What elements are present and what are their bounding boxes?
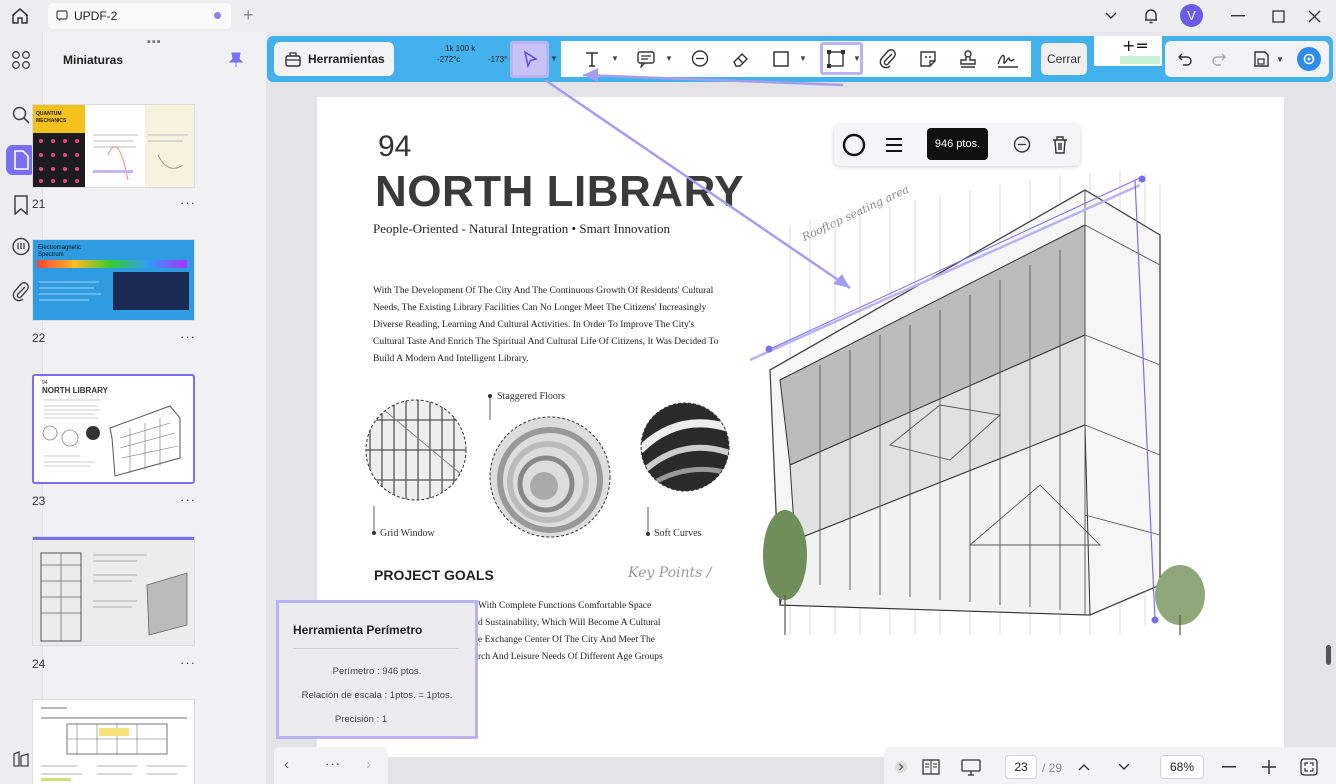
- perimeter-tool-panel: Herramienta Perímetro Perímetro : 946 pt…: [276, 600, 478, 739]
- chevron-left-icon[interactable]: ‹: [284, 756, 289, 773]
- collapse-icon[interactable]: [888, 754, 914, 780]
- total-pages: / 29: [1042, 761, 1063, 775]
- measurement-tooltip: 946 ptos.: [927, 128, 988, 160]
- zoom-in-icon[interactable]: [1256, 754, 1282, 780]
- zoom-level-input[interactable]: 68%: [1160, 755, 1204, 779]
- scale-ratio-value: Relación de escala : 1ptos. = 1ptos.: [301, 690, 453, 701]
- trash-icon[interactable]: [1051, 135, 1069, 160]
- chevron-down-icon[interactable]: [1111, 754, 1137, 780]
- vertical-scrollbar[interactable]: [1326, 645, 1331, 665]
- comment-bubble-icon[interactable]: [1012, 135, 1032, 160]
- panel-title: Herramienta Perímetro: [293, 623, 423, 637]
- presentation-icon[interactable]: [958, 754, 984, 780]
- perimeter-value: Perímetro : 946 ptos.: [332, 666, 422, 677]
- more-icon[interactable]: ···: [325, 756, 341, 771]
- chevron-up-icon[interactable]: [1071, 754, 1097, 780]
- chevron-right-icon[interactable]: ›: [366, 756, 371, 773]
- zoom-out-icon[interactable]: [1216, 754, 1242, 780]
- annotation-arrows: [544, 68, 851, 290]
- precision-value: Precisión : 1: [334, 714, 388, 725]
- page-layout-icon[interactable]: [918, 754, 944, 780]
- current-page-input[interactable]: 23: [1005, 755, 1037, 779]
- line-weight-icon[interactable]: [884, 136, 904, 159]
- panel-divider: [293, 648, 459, 649]
- stroke-color-icon[interactable]: [842, 133, 866, 162]
- fit-page-icon[interactable]: [1296, 754, 1322, 780]
- annotation-nav: ‹ ··· ›: [274, 747, 388, 784]
